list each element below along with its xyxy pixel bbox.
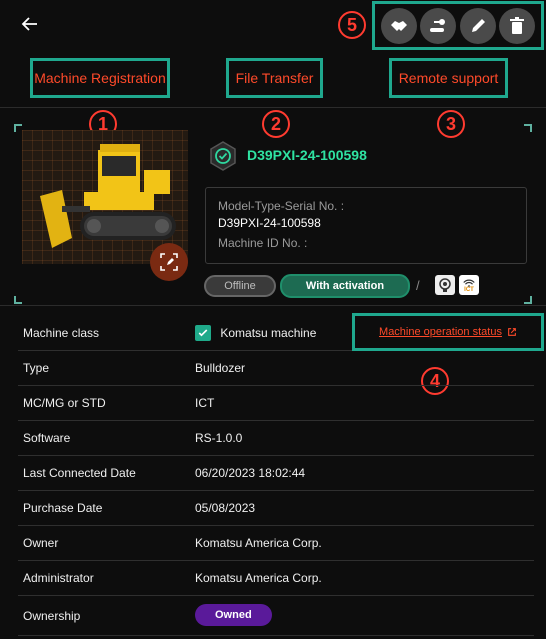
pencil-icon [471,18,485,32]
detail-label: Administrator [23,571,94,585]
machine-id-label: Machine ID No. : [218,236,308,250]
offline-status-pill: Offline [204,275,276,297]
detail-label: Software [23,431,71,445]
tab-label: File Transfer [235,70,314,86]
scan-qr-button[interactable] [150,243,188,281]
annotation-marker-5: 5 [338,11,366,39]
detail-value: 05/08/2023 [195,501,256,515]
detail-row-purchase-date: Purchase Date 05/08/2023 [18,491,534,526]
handshake-button[interactable] [380,7,417,44]
operation-status-link-text: Machine operation status [379,326,502,338]
detail-value: Komatsu America Corp. [195,536,322,550]
tab-machine-registration[interactable]: Machine Registration [30,58,170,98]
frame-corner [524,124,532,132]
frame-corner [14,124,22,132]
detail-row-mc-mg: MC/MG or STD ICT [18,386,534,421]
trash-icon [510,16,525,34]
transfer-button[interactable] [420,7,457,44]
tab-label: Machine Registration [34,70,166,86]
machine-shield-icon [207,140,239,172]
frame-corner [524,296,532,304]
handshake-icon [390,20,407,31]
frame-corner [14,296,22,304]
ict-chip-text: ICT [464,286,474,293]
external-link-icon [508,328,516,336]
edit-button[interactable] [459,7,496,44]
ict-wireless-icon: ICT [459,275,479,295]
activation-status-pill: With activation [280,274,410,298]
annotation-marker-3: 3 [437,110,465,138]
checkmark-icon [198,329,208,337]
status-separator: / [416,278,420,293]
delete-button[interactable] [499,7,536,44]
tab-file-transfer[interactable]: File Transfer [226,58,323,98]
machine-class-label: Machine class [23,326,100,340]
tab-remote-support[interactable]: Remote support [389,58,508,98]
hand-transfer-icon [430,18,446,32]
machine-class-value: Komatsu machine [220,326,317,340]
tab-label: Remote support [398,70,499,86]
detail-row-type: Type Bulldozer [18,351,534,386]
gnss-receiver-icon [435,275,455,295]
machine-serial-title: D39PXI-24-100598 [247,147,367,163]
machine-info-box: Model-Type-Serial No. : D39PXI-24-100598… [205,187,527,264]
detail-label: MC/MG or STD [23,396,106,410]
checkbox-komatsu-machine[interactable] [195,325,211,341]
detail-value: ICT [195,396,215,410]
arrow-left-icon [21,17,37,31]
action-toolbar [372,1,544,50]
detail-value: Komatsu America Corp. [195,571,322,585]
detail-row-ownership: Ownership Owned [18,596,534,636]
detail-label: Type [23,361,50,375]
detail-value: RS-1.0.0 [195,431,243,445]
tabs-divider [0,107,546,108]
ownership-badge: Owned [195,604,272,626]
model-type-serial-label: Model-Type-Serial No. : [218,199,345,213]
ownership-label: Ownership [23,609,81,623]
detail-value: Bulldozer [195,361,246,375]
annotation-marker-2: 2 [262,110,290,138]
detail-row-last-connected: Last Connected Date 06/20/2023 18:02:44 [18,456,534,491]
section-divider [0,305,546,306]
back-button[interactable] [16,10,44,38]
detail-label: Owner [23,536,59,550]
detail-row-administrator: Administrator Komatsu America Corp. [18,561,534,596]
detail-row-software: Software RS-1.0.0 [18,421,534,456]
detail-value: 06/20/2023 18:02:44 [195,466,306,480]
detail-label: Last Connected Date [23,466,136,480]
scan-edit-icon [160,253,178,271]
machine-class-value-group: Komatsu machine [195,325,316,341]
detail-row-owner: Owner Komatsu America Corp. [18,526,534,561]
model-type-serial-value: D39PXI-24-100598 [218,216,321,230]
detail-label: Purchase Date [23,501,103,515]
machine-operation-status-link[interactable]: Machine operation status [352,313,544,351]
